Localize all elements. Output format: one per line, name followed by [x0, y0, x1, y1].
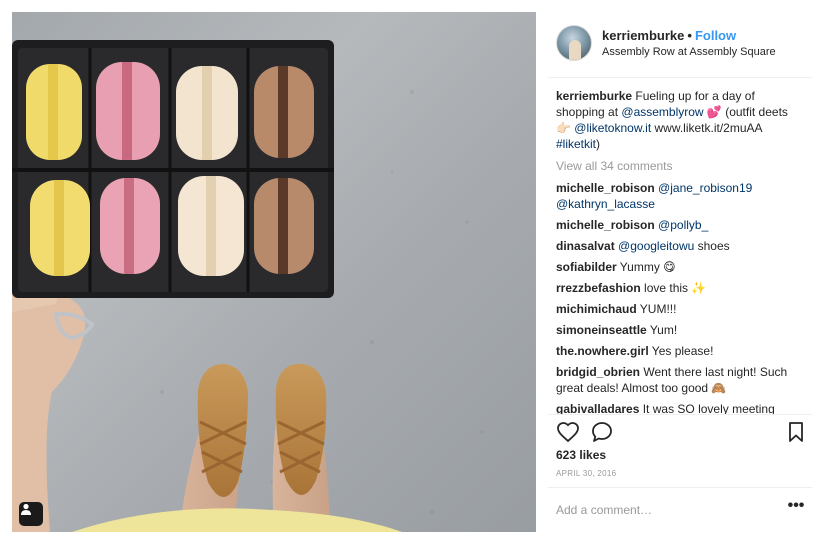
caption-hashtag[interactable]: #liketkit: [556, 137, 596, 151]
comment: michelle_robison @pollyb_: [556, 217, 804, 233]
comment: the.nowhere.girl Yes please!: [556, 343, 804, 359]
yellow-skirt: [72, 508, 402, 532]
more-options-button[interactable]: •••: [786, 498, 806, 518]
header-user-line: kerriemburke • Follow: [602, 28, 736, 43]
likes-count[interactable]: 623 likes: [556, 448, 606, 462]
comment-username[interactable]: michimichaud: [556, 302, 637, 316]
arm: [12, 280, 86, 532]
comment-text: Yum!: [646, 323, 678, 337]
comment-text: Yes please!: [648, 344, 714, 358]
caption-mention[interactable]: @liketoknow.it: [574, 121, 651, 135]
add-comment-input[interactable]: [556, 499, 771, 521]
user-tag-icon[interactable]: [19, 502, 43, 526]
caption-mention[interactable]: @assemblyrow: [621, 105, 703, 119]
location-link[interactable]: Assembly Row at Assembly Square: [602, 46, 776, 58]
post-image[interactable]: [12, 12, 536, 532]
post-header: kerriemburke • Follow Assembly Row at Asse…: [548, 12, 812, 78]
comment-bubble-icon[interactable]: [590, 420, 614, 444]
comment-text: shoes: [694, 239, 730, 253]
comment-username[interactable]: michelle_robison: [556, 218, 655, 232]
comment: rrezzbefashion love this ✨: [556, 280, 804, 296]
comment: bridgid_obrien Went there last night! Su…: [556, 364, 804, 396]
comment-username[interactable]: michelle_robison: [556, 181, 655, 195]
comment: dinasalvat @googleitowu shoes: [556, 238, 804, 254]
comment-username[interactable]: gabivalladares: [556, 402, 639, 414]
view-all-comments-link[interactable]: View all 34 comments: [556, 158, 804, 174]
post-actions-bar: [548, 414, 812, 446]
post-sidebar: kerriemburke • Follow Assembly Row at Asse…: [548, 12, 812, 532]
caption-text: ): [596, 137, 601, 151]
comment-username[interactable]: the.nowhere.girl: [556, 344, 649, 358]
username-link[interactable]: kerriemburke: [602, 28, 684, 43]
comment: simoneinseattle Yum!: [556, 322, 804, 338]
comments-list[interactable]: kerriemburke Fueling up for a day of sho…: [556, 88, 804, 414]
bookmark-icon[interactable]: [784, 420, 808, 444]
separator-dot: •: [687, 28, 692, 43]
comment-username[interactable]: sofiabilder: [556, 260, 617, 274]
comment-username[interactable]: simoneinseattle: [556, 323, 647, 337]
follow-button[interactable]: Follow: [695, 28, 736, 43]
comment-username[interactable]: rrezzbefashion: [556, 281, 641, 295]
caption-username[interactable]: kerriemburke: [556, 89, 632, 103]
comment-text: YUM!!!: [636, 302, 677, 316]
post-date: APRIL 30, 2016: [556, 469, 617, 478]
comment: michelle_robison @jane_robison19 @kathry…: [556, 180, 804, 212]
heart-icon[interactable]: [556, 420, 580, 444]
comment-text: Yummy 😋: [616, 260, 676, 274]
comment-text: It was SO lovely meeting: [639, 402, 775, 414]
comment: sofiabilder Yummy 😋: [556, 259, 804, 275]
comment-text: love this ✨: [640, 281, 707, 295]
post-caption: kerriemburke Fueling up for a day of sho…: [556, 88, 804, 152]
add-comment-bar: •••: [548, 487, 812, 532]
comment: michimichaud YUM!!!: [556, 301, 804, 317]
comment-username[interactable]: dinasalvat: [556, 239, 615, 253]
profile-avatar[interactable]: [556, 25, 592, 61]
comment-mention[interactable]: @pollyb_: [658, 218, 708, 232]
comment: gabivalladares It was SO lovely meeting: [556, 401, 804, 414]
post-photo-illustration: [12, 40, 484, 532]
comment-mention[interactable]: @googleitowu: [618, 239, 694, 253]
caption-text: www.liketk.it/2muAA: [651, 121, 762, 135]
comment-username[interactable]: bridgid_obrien: [556, 365, 640, 379]
